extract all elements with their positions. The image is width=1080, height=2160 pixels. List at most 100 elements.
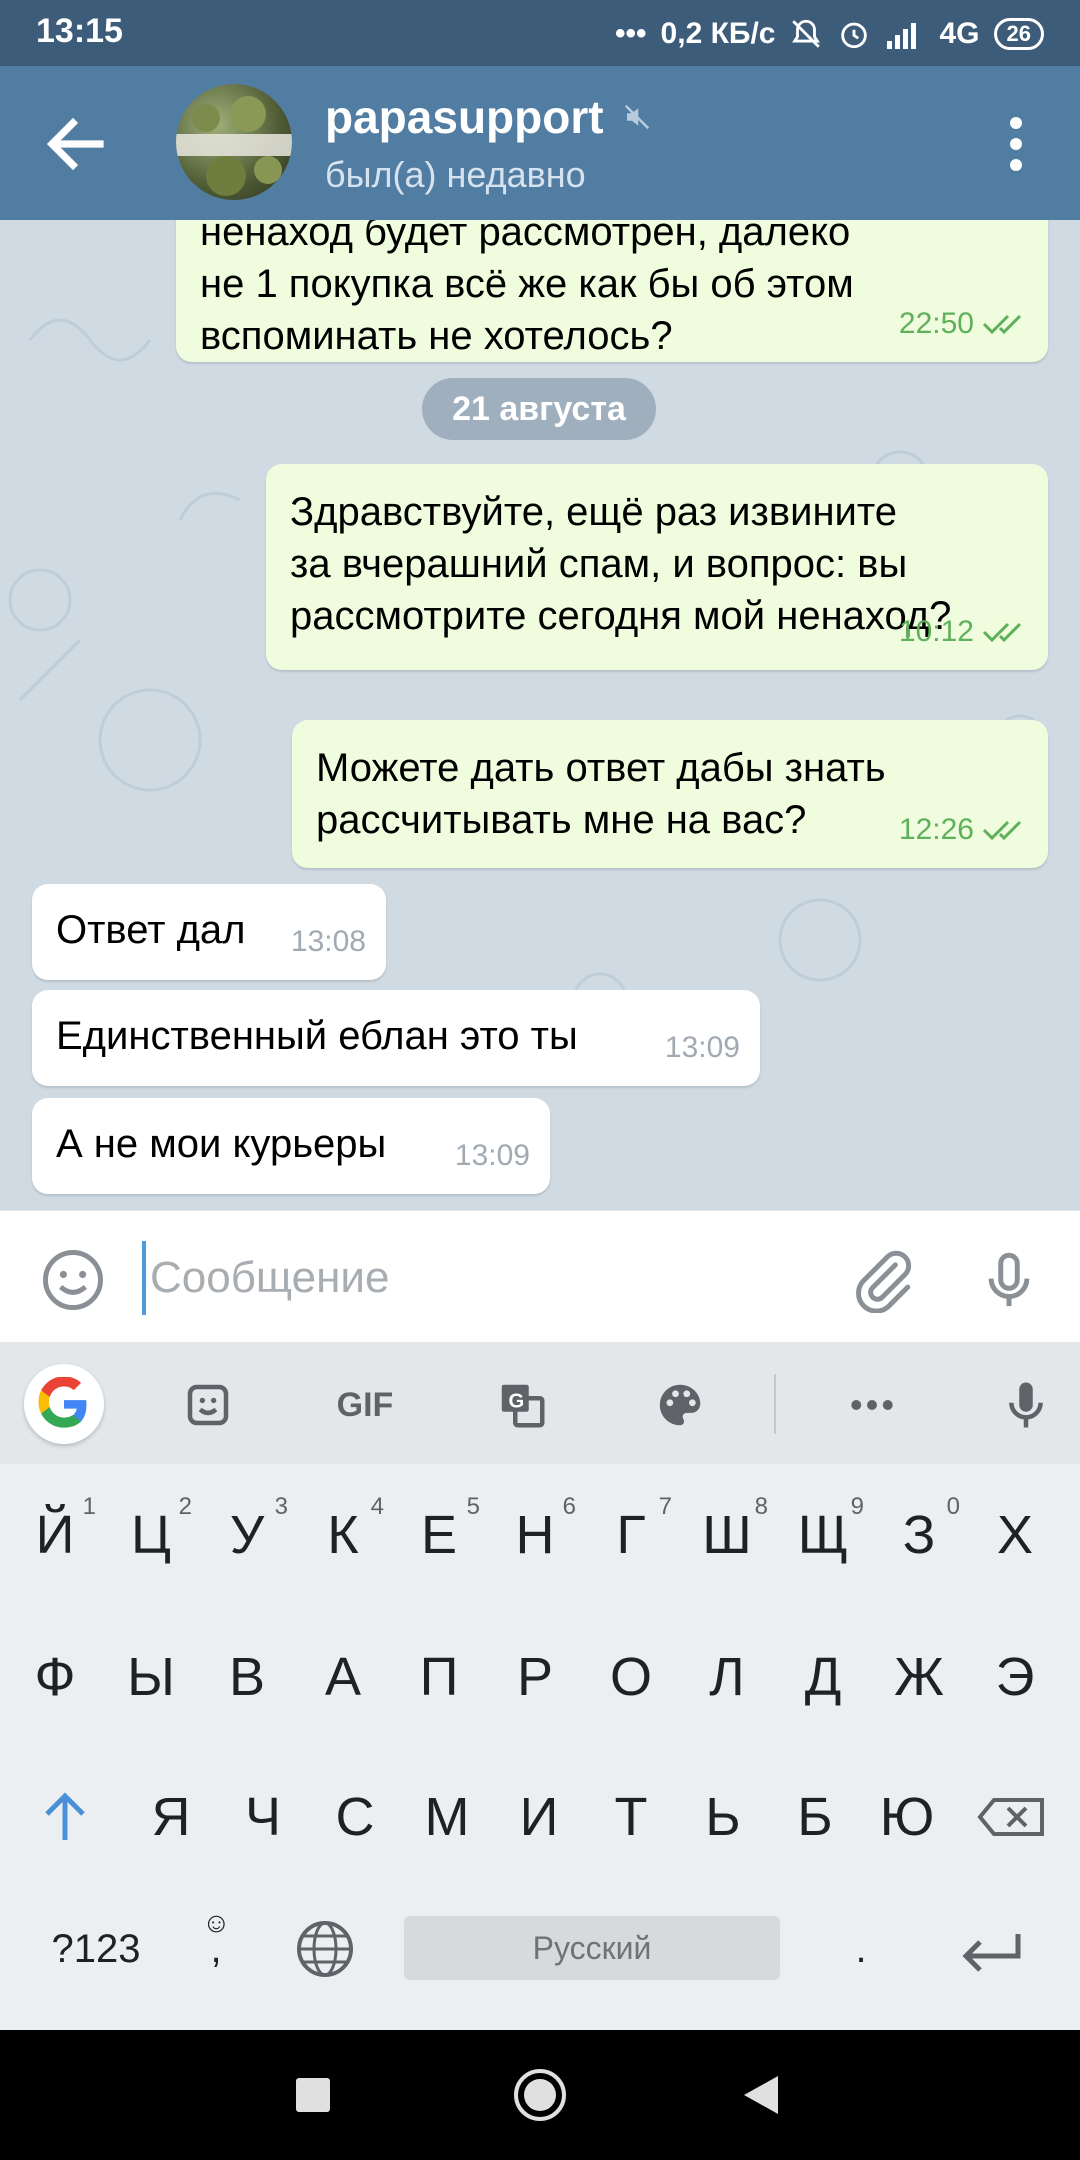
chat-status: был(а) недавно bbox=[325, 154, 586, 195]
key[interactable]: Ц2 bbox=[106, 1480, 196, 1590]
message-text: за вчерашний спам, и вопрос: вы bbox=[290, 542, 908, 586]
message-text: Можете дать ответ дабы знать bbox=[316, 746, 886, 790]
emoji-comma-key[interactable]: ☺ , bbox=[176, 1894, 256, 2004]
key[interactable]: Е5 bbox=[394, 1480, 484, 1590]
network-type: 4G bbox=[939, 17, 980, 50]
message-time: 13:08 bbox=[290, 925, 366, 958]
palette-icon[interactable] bbox=[650, 1378, 710, 1432]
emoji-icon[interactable] bbox=[40, 1247, 106, 1313]
muted-icon bbox=[624, 104, 649, 130]
message-time: 13:09 bbox=[664, 1031, 740, 1064]
message-time: 10:12 bbox=[898, 615, 974, 648]
message-input[interactable] bbox=[142, 1241, 822, 1315]
message-meta: 12:26 bbox=[899, 804, 1028, 856]
signal-icon bbox=[887, 23, 917, 49]
key[interactable]: Ю bbox=[862, 1762, 952, 1872]
key[interactable]: С bbox=[310, 1762, 400, 1872]
key[interactable]: Л bbox=[682, 1622, 772, 1732]
period-key[interactable]: . bbox=[816, 1894, 906, 2004]
message-bubble-incoming[interactable]: Ответ дал 13:08 bbox=[32, 884, 386, 980]
key[interactable]: П bbox=[394, 1622, 484, 1732]
key[interactable]: Ш8 bbox=[682, 1480, 772, 1590]
key[interactable]: Х bbox=[970, 1480, 1060, 1590]
avatar[interactable] bbox=[176, 84, 292, 200]
message-time: 12:26 bbox=[898, 813, 974, 846]
message-text: Здравствуйте, ещё раз извините bbox=[290, 490, 898, 534]
key[interactable]: И bbox=[494, 1762, 584, 1872]
key[interactable]: Э bbox=[970, 1622, 1060, 1732]
chat-header: papasupport был(а) недавно bbox=[0, 66, 1080, 220]
back-arrow-icon[interactable] bbox=[40, 108, 112, 180]
key[interactable]: Ж bbox=[874, 1622, 964, 1732]
key[interactable]: Р bbox=[490, 1622, 580, 1732]
message-bubble-outgoing[interactable]: Можете дать ответ дабы знать рассчитыват… bbox=[292, 720, 1048, 868]
globe-icon[interactable] bbox=[280, 1894, 370, 2004]
key[interactable]: Б bbox=[770, 1762, 860, 1872]
key[interactable]: Ь bbox=[678, 1762, 768, 1872]
key[interactable]: Й1 bbox=[10, 1480, 100, 1590]
message-text: Единственный еблан это ты bbox=[56, 1014, 578, 1058]
message-bubble-outgoing[interactable]: ненаход будет рассмотрен, далеко не 1 по… bbox=[176, 220, 1048, 362]
svg-text:G: G bbox=[509, 1390, 525, 1412]
key[interactable]: Г7 bbox=[586, 1480, 676, 1590]
status-right: ••• 0,2 КБ/с 4G 26 bbox=[615, 12, 1044, 56]
message-meta: 13:09 bbox=[455, 1130, 530, 1182]
navigation-bar bbox=[0, 2030, 1080, 2160]
key[interactable]: К4 bbox=[298, 1480, 388, 1590]
key[interactable]: Т bbox=[586, 1762, 676, 1872]
key[interactable]: Ч bbox=[218, 1762, 308, 1872]
alarm-icon bbox=[841, 22, 868, 49]
keyboard-toolbar: GIF G bbox=[0, 1342, 1080, 1464]
date-separator: 21 августа bbox=[422, 378, 656, 440]
attach-icon[interactable] bbox=[850, 1247, 916, 1313]
backspace-icon[interactable] bbox=[966, 1762, 1056, 1872]
key[interactable]: Я bbox=[126, 1762, 216, 1872]
key[interactable]: Д bbox=[778, 1622, 868, 1732]
key[interactable]: О bbox=[586, 1622, 676, 1732]
more-vert-icon[interactable] bbox=[992, 114, 1040, 174]
dots-icon: ••• bbox=[615, 17, 647, 50]
sticker-icon[interactable] bbox=[178, 1378, 238, 1432]
key[interactable]: У3 bbox=[202, 1480, 292, 1590]
space-bar[interactable]: Русский bbox=[404, 1916, 780, 1980]
double-check-icon bbox=[982, 622, 1022, 643]
more-icon[interactable] bbox=[842, 1378, 902, 1432]
battery-icon: 26 bbox=[993, 18, 1044, 50]
shift-icon[interactable] bbox=[20, 1762, 110, 1872]
chat-area[interactable]: ненаход будет рассмотрен, далеко не 1 по… bbox=[0, 220, 1080, 1210]
google-icon[interactable] bbox=[24, 1364, 104, 1444]
status-time: 13:15 bbox=[36, 12, 123, 50]
key[interactable]: Н6 bbox=[490, 1480, 580, 1590]
back-nav-icon[interactable] bbox=[740, 2074, 780, 2116]
key[interactable]: А bbox=[298, 1622, 388, 1732]
toolbar-divider bbox=[774, 1374, 776, 1434]
message-bubble-outgoing[interactable]: Здравствуйте, ещё раз извините за вчераш… bbox=[266, 464, 1048, 670]
key[interactable]: М bbox=[402, 1762, 492, 1872]
symbols-key[interactable]: ?123 bbox=[36, 1894, 156, 2004]
voice-input-icon[interactable] bbox=[996, 1378, 1056, 1432]
message-bubble-incoming[interactable]: А не мои курьеры 13:09 bbox=[32, 1098, 550, 1194]
key[interactable]: Щ9 bbox=[778, 1480, 868, 1590]
message-input-bar bbox=[0, 1210, 1080, 1342]
message-meta: 13:09 bbox=[665, 1022, 740, 1074]
home-icon[interactable] bbox=[513, 2068, 567, 2122]
gif-button[interactable]: GIF bbox=[330, 1378, 400, 1432]
message-meta: 22:50 bbox=[899, 298, 1028, 350]
translate-icon[interactable]: G bbox=[492, 1378, 552, 1432]
message-meta: 13:08 bbox=[291, 916, 366, 968]
message-time: 22:50 bbox=[898, 307, 974, 340]
microphone-icon[interactable] bbox=[976, 1247, 1042, 1313]
recents-icon[interactable] bbox=[294, 2076, 332, 2114]
key[interactable]: В bbox=[202, 1622, 292, 1732]
keyboard: GIF G Й1 Ц2 У3 К4 Е5 Н6 Г7 Ш8 Щ9 З0 Х Ф … bbox=[0, 1342, 1080, 2030]
enter-icon[interactable] bbox=[946, 1894, 1036, 2004]
key[interactable]: З0 bbox=[874, 1480, 964, 1590]
chat-title[interactable]: papasupport bbox=[325, 90, 652, 144]
message-time: 13:09 bbox=[454, 1139, 530, 1172]
network-speed: 0,2 КБ/с bbox=[660, 17, 776, 50]
double-check-icon bbox=[982, 314, 1022, 335]
message-bubble-incoming[interactable]: Единственный еблан это ты 13:09 bbox=[32, 990, 760, 1086]
key[interactable]: Ы bbox=[106, 1622, 196, 1732]
message-text: ненаход будет рассмотрен, далеко bbox=[200, 220, 851, 254]
key[interactable]: Ф bbox=[10, 1622, 100, 1732]
